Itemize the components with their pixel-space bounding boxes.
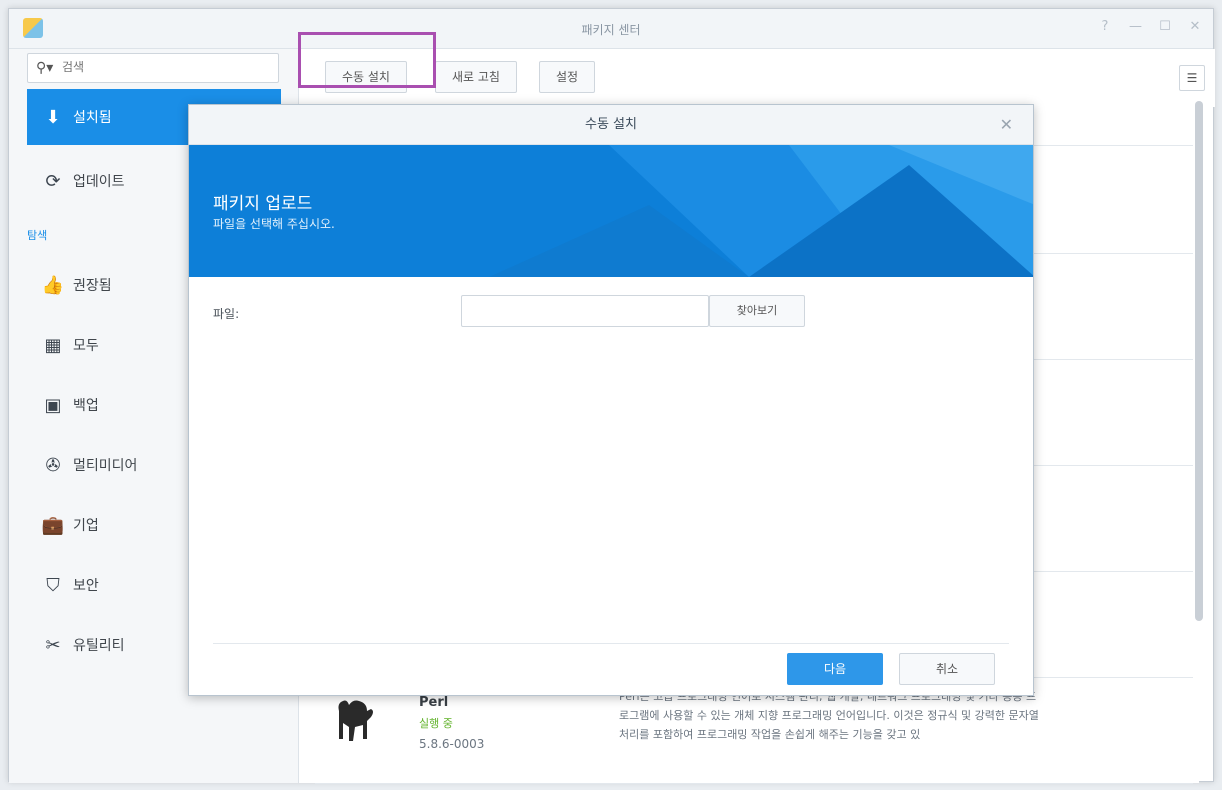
refresh-icon: ⟳ <box>45 170 61 192</box>
refresh-button[interactable]: 새로 고침 <box>435 61 517 93</box>
sidebar-item-label: 모두 <box>73 338 99 354</box>
search-icon: ⚲▾ <box>36 60 54 76</box>
dialog-close-icon[interactable]: ✕ <box>1000 105 1013 145</box>
sidebar-item-label: 업데이트 <box>73 174 125 190</box>
manual-install-dialog: 수동 설치 ✕ 패키지 업로드 파일을 선택해 주십시오. 파일: 찾아보기 다… <box>188 104 1034 696</box>
search-input[interactable] <box>62 60 262 74</box>
film-reel-icon: ✇ <box>45 454 61 476</box>
shield-icon: ⛉ <box>46 574 60 596</box>
package-version: 5.8.6-0003 <box>419 737 485 751</box>
minimize-icon[interactable]: — <box>1129 19 1142 34</box>
tools-icon: ✂ <box>45 634 61 656</box>
grid-icon: ▦ <box>44 334 62 356</box>
row-divider <box>315 783 1193 784</box>
close-icon[interactable]: ✕ <box>1189 19 1201 34</box>
package-name[interactable]: Perl <box>419 695 448 710</box>
search-box[interactable]: ⚲▾ <box>27 53 279 83</box>
sidebar-item-label: 유틸리티 <box>73 638 125 654</box>
maximize-icon[interactable]: ☐ <box>1159 19 1171 34</box>
thumbs-up-icon: 👍 <box>41 274 65 296</box>
sidebar-item-label: 보안 <box>73 578 99 594</box>
window-controls: ? — ☐ ✕ <box>1099 19 1201 34</box>
sidebar-item-label: 설치됨 <box>73 110 112 126</box>
package-status: 실행 중 <box>419 717 453 730</box>
manual-install-highlight <box>298 32 436 88</box>
banner-pattern <box>489 145 1033 277</box>
backup-icon: ▣ <box>44 394 62 416</box>
sidebar-item-label: 백업 <box>73 398 99 414</box>
dialog-title: 수동 설치 <box>189 105 1033 145</box>
sidebar-item-label: 멀티미디어 <box>73 458 138 474</box>
next-button[interactable]: 다음 <box>787 653 883 685</box>
title-bar: 패키지 센터 ? — ☐ ✕ <box>9 9 1213 49</box>
toolbar: 수동 설치 새로 고침 설정 ☰ <box>299 49 1215 107</box>
upload-banner: 패키지 업로드 파일을 선택해 주십시오. <box>189 145 1033 277</box>
list-view-toggle-icon[interactable]: ☰ <box>1179 65 1205 91</box>
briefcase-icon: 💼 <box>41 514 65 536</box>
file-label: 파일: <box>213 307 240 321</box>
cancel-button[interactable]: 취소 <box>899 653 995 685</box>
help-icon[interactable]: ? <box>1099 19 1111 34</box>
sidebar-item-label: 권장됨 <box>73 278 112 294</box>
browse-button[interactable]: 찾아보기 <box>709 295 805 327</box>
settings-button[interactable]: 설정 <box>539 61 596 93</box>
perl-camel-icon <box>338 700 373 741</box>
file-path-field[interactable] <box>461 295 709 327</box>
banner-title: 패키지 업로드 <box>213 194 313 214</box>
window-title: 패키지 센터 <box>581 23 641 37</box>
dialog-divider <box>213 643 1009 644</box>
browse-section-label: 탐색 <box>27 229 48 242</box>
download-icon: ⬇ <box>45 106 61 128</box>
banner-subtitle: 파일을 선택해 주십시오. <box>213 217 335 231</box>
scrollbar[interactable] <box>1195 101 1203 621</box>
sidebar-item-label: 기업 <box>73 518 99 534</box>
